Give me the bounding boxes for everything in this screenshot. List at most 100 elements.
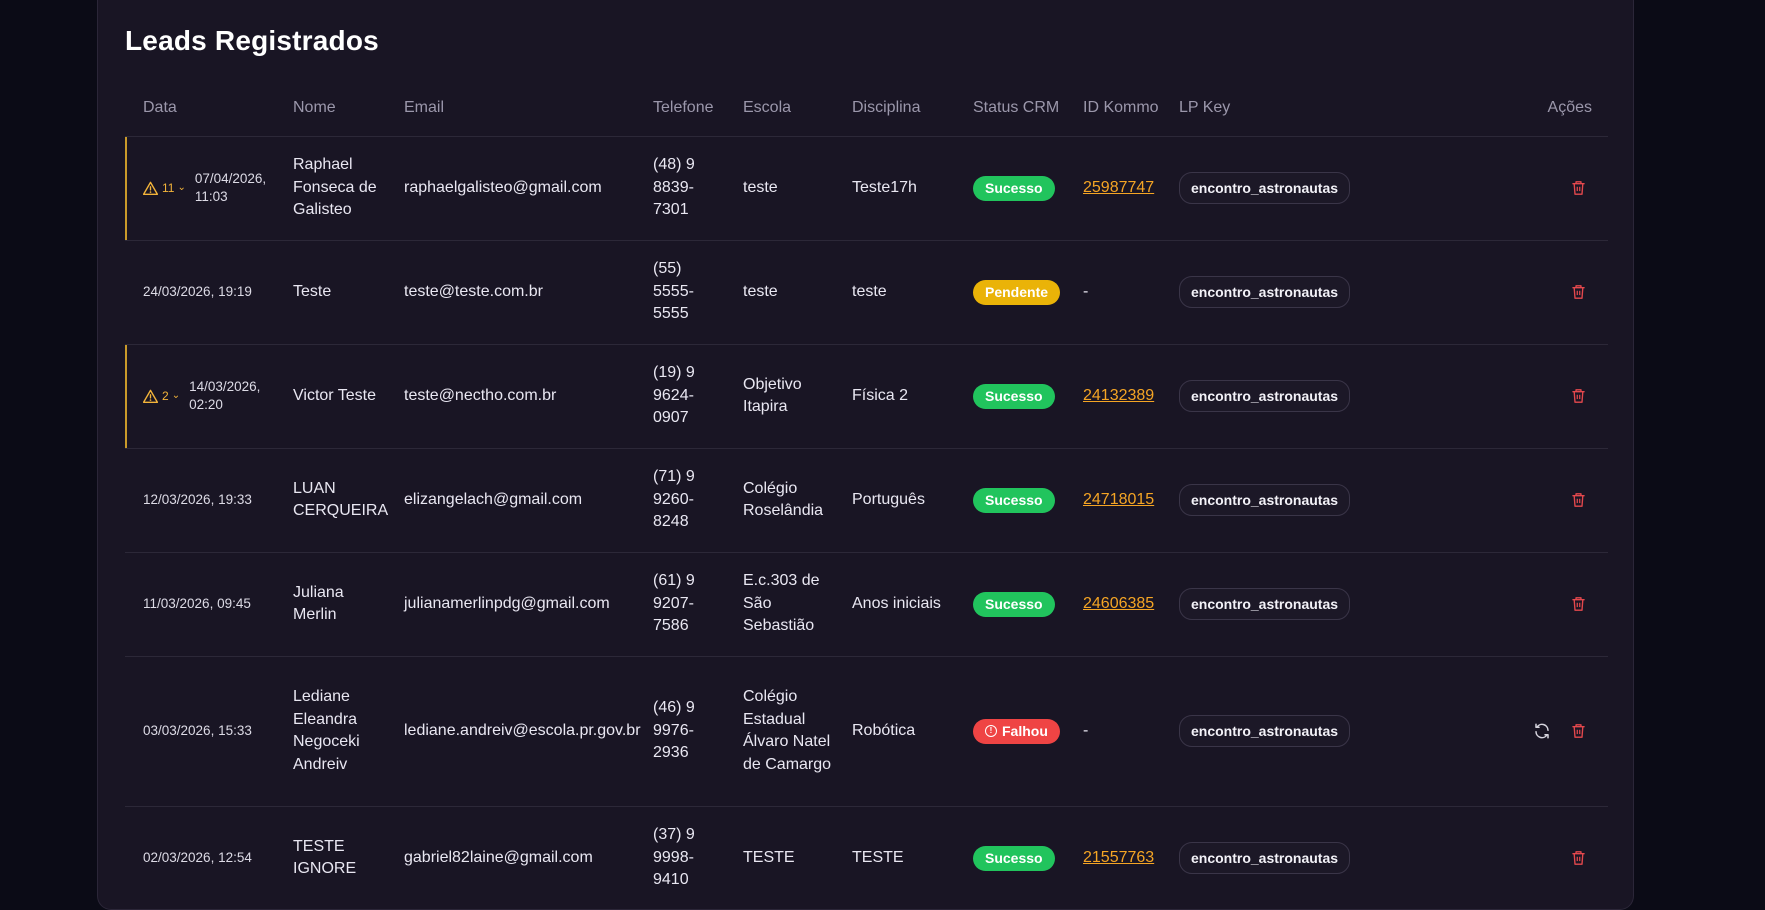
warning-icon	[143, 389, 162, 403]
cell-nome: Raphael Fonseca de Galisteo	[275, 136, 386, 241]
cell-escola: teste	[725, 136, 834, 241]
status-badge: Pendente	[973, 279, 1061, 305]
warning-count: 11	[162, 180, 175, 195]
col-header-lp-key[interactable]: LP Key	[1161, 80, 1348, 137]
cell-data: 12/03/2026, 19:33	[125, 448, 275, 553]
cell-status: Sucesso	[955, 552, 1065, 657]
lead-date: 03/03/2026, 15:33	[143, 723, 252, 738]
cell-lp-key: encontro_astronautas	[1161, 136, 1351, 241]
delete-button[interactable]	[1571, 850, 1586, 866]
cell-disciplina: TESTE	[834, 806, 955, 909]
cell-lp-key: encontro_astronautas	[1161, 806, 1351, 909]
id-kommo-link[interactable]: 25987747	[1083, 179, 1154, 196]
warning-toggle[interactable]: 2 ⌄	[143, 385, 180, 408]
cell-acoes	[1348, 240, 1608, 345]
id-kommo-link[interactable]: 21557763	[1083, 849, 1154, 866]
cell-nome: Victor Teste	[275, 344, 386, 449]
delete-button[interactable]	[1571, 492, 1586, 508]
cell-disciplina: Anos iniciais	[834, 552, 955, 657]
cell-disciplina: Teste17h	[834, 136, 955, 241]
col-header-data[interactable]: Data	[125, 80, 275, 137]
table-row: 02/03/2026, 12:54 TESTE IGNORE gabriel82la…	[125, 806, 1608, 909]
cell-data: 2 ⌄ 14/03/2026, 02:20	[125, 344, 275, 449]
lp-key-chip: encontro_astronautas	[1179, 483, 1351, 517]
trash-icon	[1571, 596, 1586, 612]
id-kommo-link[interactable]: 24718015	[1083, 491, 1154, 508]
cell-nome: Lediane Eleandra Negoceki Andreiv	[275, 656, 386, 807]
cell-status: Sucesso	[955, 136, 1065, 241]
chevron-down-icon: ⌄	[177, 181, 186, 193]
warning-count: 2	[162, 388, 169, 403]
cell-status: Sucesso	[955, 448, 1065, 553]
lp-key-chip: encontro_astronautas	[1179, 714, 1351, 748]
trash-icon	[1571, 492, 1586, 508]
status-badge: Sucesso	[973, 591, 1055, 617]
table-row: 12/03/2026, 19:33 LUAN CERQUEIRA elizangel…	[125, 448, 1608, 553]
col-header-email[interactable]: Email	[386, 80, 635, 137]
delete-button[interactable]	[1571, 596, 1586, 612]
status-badge: ! Falhou	[973, 718, 1060, 744]
leads-table: Data Nome Email Telefone Escola Discipli…	[125, 80, 1608, 909]
leads-panel: Leads Registrados Data Nome Email Telefo…	[97, 0, 1634, 910]
cell-telefone: (71) 9 9260-8248	[635, 448, 725, 553]
cell-escola: teste	[725, 240, 834, 345]
delete-button[interactable]	[1571, 180, 1586, 196]
cell-email: elizangelach@gmail.com	[386, 448, 635, 553]
cell-status: ! Falhou	[955, 656, 1065, 807]
status-label: Sucesso	[985, 179, 1043, 196]
cell-acoes	[1348, 552, 1608, 657]
col-header-escola[interactable]: Escola	[725, 80, 834, 137]
status-badge: Sucesso	[973, 175, 1055, 201]
cell-telefone: (61) 9 9207-7586	[635, 552, 725, 657]
cell-escola: Objetivo Itapira	[725, 344, 834, 449]
status-label: Falhou	[1002, 723, 1048, 740]
col-header-telefone[interactable]: Telefone	[635, 80, 725, 137]
trash-icon	[1571, 723, 1586, 739]
table-row: 24/03/2026, 19:19 Teste teste@teste.com.br…	[125, 240, 1608, 345]
status-label: Sucesso	[985, 595, 1043, 612]
col-header-nome[interactable]: Nome	[275, 80, 386, 137]
cell-escola: E.c.303 de São Sebastião	[725, 552, 834, 657]
delete-button[interactable]	[1571, 284, 1586, 300]
cell-id-kommo: 21557763	[1065, 806, 1161, 909]
cell-lp-key: encontro_astronautas	[1161, 552, 1351, 657]
retry-button[interactable]	[1533, 722, 1551, 740]
status-badge: Sucesso	[973, 383, 1055, 409]
id-kommo-link[interactable]: 24132389	[1083, 387, 1154, 404]
cell-data: 03/03/2026, 15:33	[125, 656, 275, 807]
warning-icon	[143, 181, 162, 195]
col-header-id-kommo[interactable]: ID Kommo	[1065, 80, 1161, 137]
table-header-row: Data Nome Email Telefone Escola Discipli…	[125, 80, 1608, 137]
lead-date: 24/03/2026, 19:19	[143, 284, 252, 299]
cell-id-kommo: 24606385	[1065, 552, 1161, 657]
cell-data: 11/03/2026, 09:45	[125, 552, 275, 657]
id-kommo-link[interactable]: 24606385	[1083, 595, 1154, 612]
cell-acoes	[1348, 448, 1608, 553]
cell-escola: Colégio Roselândia	[725, 448, 834, 553]
cell-telefone: (46) 9 9976-2936	[635, 656, 725, 807]
col-header-disciplina[interactable]: Disciplina	[834, 80, 955, 137]
warning-toggle[interactable]: 11 ⌄	[143, 177, 186, 200]
cell-disciplina: Português	[834, 448, 955, 553]
cell-telefone: (48) 9 8839-7301	[635, 136, 725, 241]
cell-telefone: (55) 5555-5555	[635, 240, 725, 345]
col-header-acoes: Ações	[1348, 80, 1608, 137]
cell-lp-key: encontro_astronautas	[1161, 448, 1351, 553]
delete-button[interactable]	[1571, 388, 1586, 404]
col-header-status[interactable]: Status CRM	[955, 80, 1065, 137]
cell-id-kommo: 24718015	[1065, 448, 1161, 553]
refresh-icon	[1533, 722, 1551, 740]
status-label: Pendente	[985, 283, 1049, 300]
status-badge: Sucesso	[973, 487, 1055, 513]
id-kommo-empty: -	[1083, 721, 1089, 739]
cell-data: 02/03/2026, 12:54	[125, 806, 275, 909]
lead-date: 11/03/2026, 09:45	[143, 596, 251, 611]
lp-key-chip: encontro_astronautas	[1179, 587, 1351, 621]
lp-key-chip: encontro_astronautas	[1179, 379, 1351, 413]
cell-disciplina: Física 2	[834, 344, 955, 449]
delete-button[interactable]	[1571, 723, 1586, 739]
cell-lp-key: encontro_astronautas	[1161, 656, 1351, 807]
cell-id-kommo: 24132389	[1065, 344, 1161, 449]
lp-key-chip: encontro_astronautas	[1179, 841, 1351, 875]
lead-date: 07/04/2026, 11:03	[194, 171, 267, 204]
